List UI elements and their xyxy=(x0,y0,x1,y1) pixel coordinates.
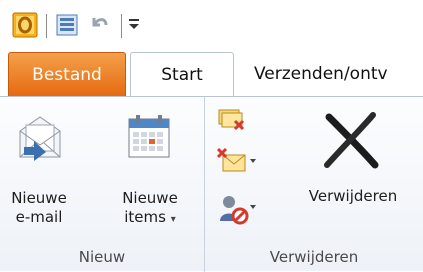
chevron-down-icon: ▾ xyxy=(170,214,176,225)
new-email-button[interactable]: Nieuwe e-mail xyxy=(2,101,76,241)
new-items-label-2: items xyxy=(124,208,166,226)
tab-file[interactable]: Bestand xyxy=(8,52,126,96)
tab-send-receive[interactable]: Verzenden/ontv xyxy=(246,52,423,96)
tab-start[interactable]: Start xyxy=(130,52,234,98)
new-items-label-1: Nieuwe xyxy=(122,189,178,207)
customize-toolbar-icon[interactable] xyxy=(127,16,141,32)
group-new: Nieuwe e-mail Nieuwe items ▾ Nieuw xyxy=(0,97,205,272)
junk-icon[interactable] xyxy=(217,193,257,225)
outlook-app-icon[interactable] xyxy=(12,12,38,38)
group-delete: Verwijderen Verwijderen xyxy=(205,97,423,272)
group-delete-label: Verwijderen xyxy=(269,248,359,266)
ribbon: Nieuwe e-mail Nieuwe items ▾ Nieuw Verwi… xyxy=(0,96,423,272)
delete-button-label: Verwijderen xyxy=(308,187,398,205)
calendar-icon xyxy=(126,113,172,161)
new-items-button[interactable]: Nieuwe items ▾ xyxy=(108,101,192,241)
send-receive-icon[interactable] xyxy=(54,12,80,38)
quick-access-toolbar xyxy=(0,0,423,52)
clean-up-icon[interactable] xyxy=(216,147,257,175)
delete-x-icon xyxy=(321,109,381,169)
undo-icon[interactable] xyxy=(88,14,110,36)
ribbon-tab-bar: Bestand Start Verzenden/ontv xyxy=(0,52,423,98)
new-email-label-1: Nieuwe xyxy=(11,189,67,207)
new-email-label-2: e-mail xyxy=(15,208,63,226)
group-new-label: Nieuw xyxy=(78,248,126,266)
delete-button[interactable]: Verwijderen xyxy=(289,101,417,231)
ignore-icon[interactable] xyxy=(217,107,247,133)
new-email-icon xyxy=(16,111,64,163)
